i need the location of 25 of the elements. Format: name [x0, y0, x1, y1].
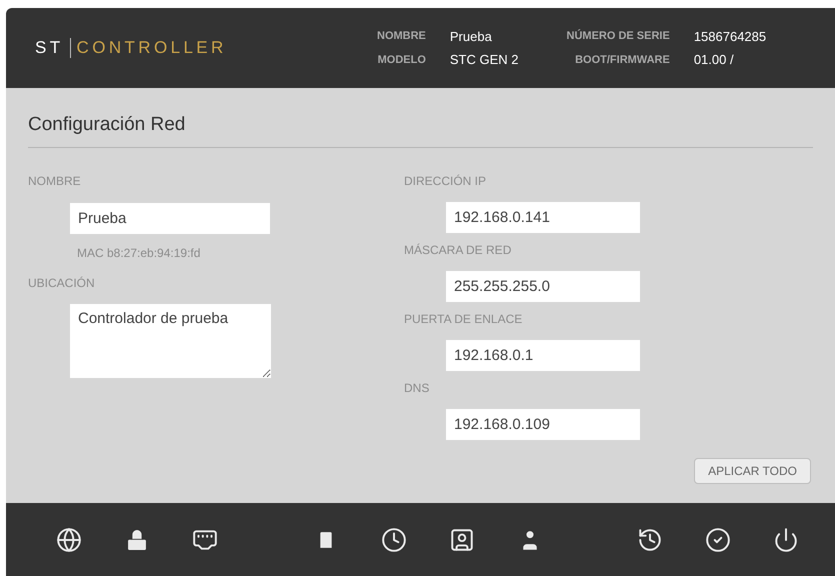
network-field[interactable]: 192.168.0.141 — [446, 202, 640, 232]
name-field[interactable]: Prueba — [70, 202, 270, 234]
network-field[interactable]: 255.255.255.0 — [446, 270, 640, 302]
info-label: NÚMERO DE SERIE — [566, 28, 670, 44]
field-label: PUERTA DE ENLACE — [404, 310, 524, 328]
field-label: DIRECCIÓN IP — [404, 172, 488, 190]
info-label: MODELO — [377, 52, 426, 68]
location-field[interactable]: Controlador de prueba — [70, 304, 271, 378]
network-field[interactable]: 192.168.0.109 — [446, 408, 640, 440]
network-field[interactable]: 192.168.0.1 — [446, 340, 640, 370]
field-label: MÁSCARA DE RED — [404, 242, 512, 258]
field-label: NOMBRE — [28, 172, 82, 190]
info-label: BOOT/FIRMWARE — [574, 52, 670, 68]
mac-address: MAC b8:27:eb:94:19:fd — [77, 244, 202, 262]
logo-text: CONTROLLER — [76, 37, 227, 60]
logo-text: ST — [35, 37, 64, 60]
info-value: Prueba — [450, 28, 493, 46]
info-value: 01.00 / — [694, 51, 735, 69]
section-title: Configuración Red — [28, 113, 186, 137]
field-label: DNS — [404, 380, 430, 396]
apply-all-button[interactable]: APLICAR TODO — [694, 458, 811, 484]
info-label: NOMBRE — [377, 29, 426, 44]
field-label: UBICACIÓN — [28, 274, 96, 292]
info-value: STC GEN 2 — [450, 51, 519, 69]
info-value: 1586764285 — [694, 28, 766, 46]
